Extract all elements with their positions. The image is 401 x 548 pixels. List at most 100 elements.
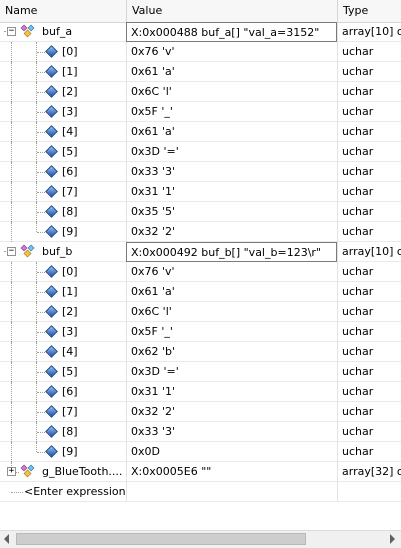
value-cell[interactable]: 0x61 'a' bbox=[126, 62, 337, 82]
enter-expression-row[interactable]: <Enter expression> bbox=[0, 482, 401, 502]
element-icon bbox=[45, 205, 58, 218]
enter-expression-placeholder[interactable]: <Enter expression> bbox=[24, 482, 126, 501]
element-row[interactable]: [6] 0x31 '1' uchar bbox=[0, 382, 401, 402]
value-cell[interactable]: 0x76 'v' bbox=[126, 262, 337, 282]
value-cell[interactable]: 0x3D '=' bbox=[126, 362, 337, 382]
type-cell: uchar bbox=[337, 62, 401, 82]
name-cell: [2] bbox=[0, 82, 126, 102]
name-cell: + g_BlueTooth.... bbox=[0, 462, 126, 482]
element-row[interactable]: [2] 0x6C 'l' uchar bbox=[0, 82, 401, 102]
type-cell: uchar bbox=[337, 82, 401, 102]
struct-icon bbox=[20, 244, 36, 258]
value-cell[interactable]: X:0x0005E6 "" bbox=[126, 462, 337, 482]
element-row[interactable]: [9] 0x0D uchar bbox=[0, 442, 401, 462]
column-header-type[interactable]: Type bbox=[338, 0, 401, 22]
element-type: uchar bbox=[342, 45, 374, 58]
element-row[interactable]: [5] 0x3D '=' uchar bbox=[0, 142, 401, 162]
column-header-name[interactable]: Name bbox=[0, 0, 127, 22]
value-cell[interactable]: 0x6C 'l' bbox=[126, 82, 337, 102]
tree-line bbox=[37, 72, 45, 73]
element-icon bbox=[45, 145, 58, 158]
value-cell[interactable]: 0x31 '1' bbox=[126, 382, 337, 402]
element-row[interactable]: [9] 0x32 '2' uchar bbox=[0, 222, 401, 242]
value-cell[interactable]: X:0x000488 buf_a[] "val_a=3152" bbox=[126, 22, 337, 42]
element-type: uchar bbox=[342, 345, 374, 358]
value-cell[interactable]: 0x76 'v' bbox=[126, 42, 337, 62]
variable-row[interactable]: + g_BlueTooth.... X:0x0005E6 "" array[32] o… bbox=[0, 462, 401, 482]
collapse-toggle-icon[interactable]: − bbox=[7, 27, 16, 36]
element-icon bbox=[45, 165, 58, 178]
element-row[interactable]: [4] 0x61 'a' uchar bbox=[0, 122, 401, 142]
value-cell[interactable]: 0x32 '2' bbox=[126, 402, 337, 422]
value-cell[interactable]: 0x62 'b' bbox=[126, 342, 337, 362]
tree-line bbox=[11, 262, 12, 282]
element-index: [7] bbox=[62, 405, 78, 418]
element-row[interactable]: [1] 0x61 'a' uchar bbox=[0, 62, 401, 82]
element-icon bbox=[45, 185, 58, 198]
element-type: uchar bbox=[342, 285, 374, 298]
element-row[interactable]: [2] 0x6C 'l' uchar bbox=[0, 302, 401, 322]
element-row[interactable]: [3] 0x5F '_' uchar bbox=[0, 102, 401, 122]
value-cell[interactable]: 0x33 '3' bbox=[126, 162, 337, 182]
value-cell[interactable]: 0x0D bbox=[126, 442, 337, 462]
tree-line bbox=[37, 112, 45, 113]
element-row[interactable]: [4] 0x62 'b' uchar bbox=[0, 342, 401, 362]
element-row[interactable]: [3] 0x5F '_' uchar bbox=[0, 322, 401, 342]
tree-line bbox=[37, 412, 45, 413]
tree-line bbox=[36, 442, 37, 452]
horizontal-scrollbar[interactable] bbox=[0, 530, 401, 548]
tree-line bbox=[37, 192, 45, 193]
variable-row[interactable]: − buf_a X:0x000488 buf_a[] "val_a=3152" arr… bbox=[0, 22, 401, 42]
element-index: [4] bbox=[62, 345, 78, 358]
value-cell[interactable]: 0x32 '2' bbox=[126, 222, 337, 242]
scrollbar-thumb[interactable] bbox=[16, 533, 306, 545]
element-type: uchar bbox=[342, 265, 374, 278]
value-cell[interactable]: 0x35 '5' bbox=[126, 202, 337, 222]
value-cell[interactable]: X:0x000492 buf_b[] "val_b=123\r" bbox=[126, 242, 337, 262]
element-row[interactable]: [1] 0x61 'a' uchar bbox=[0, 282, 401, 302]
expand-toggle-icon[interactable]: + bbox=[7, 467, 16, 476]
value-cell[interactable]: 0x61 'a' bbox=[126, 122, 337, 142]
element-row[interactable]: [7] 0x32 '2' uchar bbox=[0, 402, 401, 422]
value-cell[interactable]: 0x61 'a' bbox=[126, 282, 337, 302]
element-row[interactable]: [5] 0x3D '=' uchar bbox=[0, 362, 401, 382]
scroll-left-icon[interactable] bbox=[4, 534, 9, 544]
name-cell: [2] bbox=[0, 302, 126, 322]
name-cell: <Enter expression> bbox=[0, 482, 126, 502]
element-type: uchar bbox=[342, 105, 374, 118]
value-cell[interactable]: 0x33 '3' bbox=[126, 422, 337, 442]
element-row[interactable]: [8] 0x35 '5' uchar bbox=[0, 202, 401, 222]
value-cell[interactable]: 0x6C 'l' bbox=[126, 302, 337, 322]
collapse-toggle-icon[interactable]: − bbox=[7, 247, 16, 256]
variable-type: array[10] of bbox=[342, 245, 401, 258]
name-cell: [6] bbox=[0, 382, 126, 402]
value-cell[interactable]: 0x5F '_' bbox=[126, 102, 337, 122]
variable-value: X:0x000488 buf_a[] "val_a=3152" bbox=[131, 26, 320, 39]
element-row[interactable]: [0] 0x76 'v' uchar bbox=[0, 42, 401, 62]
type-cell: uchar bbox=[337, 282, 401, 302]
variable-value: X:0x0005E6 "" bbox=[131, 465, 212, 478]
tree-line bbox=[37, 272, 45, 273]
element-type: uchar bbox=[342, 205, 374, 218]
value-cell[interactable]: 0x31 '1' bbox=[126, 182, 337, 202]
tree-line bbox=[11, 82, 12, 102]
name-cell: [4] bbox=[0, 342, 126, 362]
element-row[interactable]: [0] 0x76 'v' uchar bbox=[0, 262, 401, 282]
variable-row[interactable]: − buf_b X:0x000492 buf_b[] "val_b=123\r" ar… bbox=[0, 242, 401, 262]
element-row[interactable]: [6] 0x33 '3' uchar bbox=[0, 162, 401, 182]
element-value: 0x5F '_' bbox=[131, 325, 173, 338]
value-cell[interactable]: 0x5F '_' bbox=[126, 322, 337, 342]
scroll-right-icon[interactable] bbox=[390, 534, 395, 544]
element-row[interactable]: [7] 0x31 '1' uchar bbox=[0, 182, 401, 202]
column-header-value[interactable]: Value bbox=[127, 0, 338, 22]
type-cell: array[32] of bbox=[337, 462, 401, 482]
value-cell[interactable]: 0x3D '=' bbox=[126, 142, 337, 162]
element-type: uchar bbox=[342, 65, 374, 78]
name-cell: − buf_a bbox=[0, 22, 126, 42]
element-row[interactable]: [8] 0x33 '3' uchar bbox=[0, 422, 401, 442]
element-value: 0x31 '1' bbox=[131, 385, 176, 398]
element-value: 0x32 '2' bbox=[131, 405, 176, 418]
value-cell[interactable] bbox=[126, 482, 337, 502]
name-cell: [1] bbox=[0, 282, 126, 302]
element-index: [7] bbox=[62, 185, 78, 198]
